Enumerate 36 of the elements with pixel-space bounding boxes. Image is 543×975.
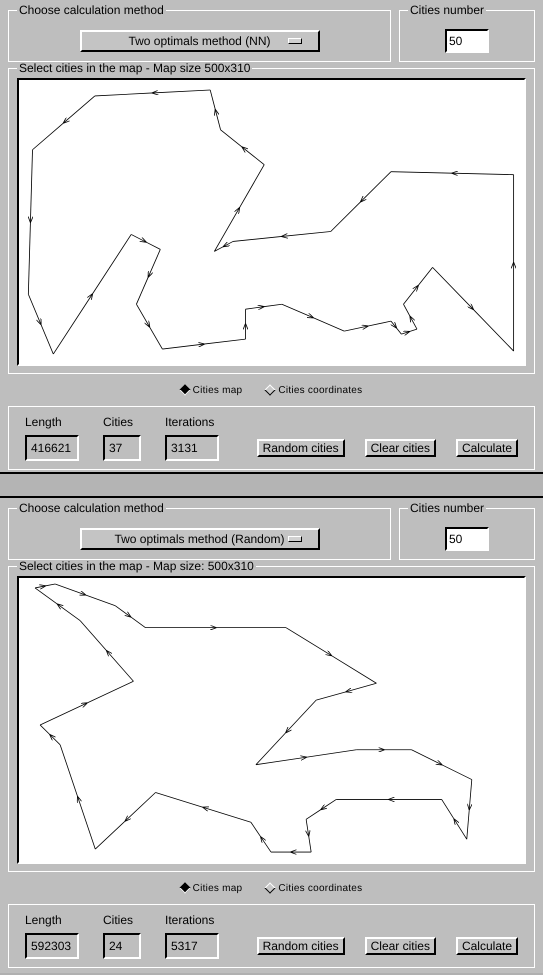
result-label: Iterations: [165, 912, 216, 929]
result-label: Cities: [103, 414, 134, 431]
group-title: Cities number: [409, 4, 486, 16]
result-label: Length: [25, 912, 63, 929]
result-field: 3131: [165, 435, 219, 461]
action-button[interactable]: Clear cities: [364, 439, 436, 457]
cities-number-field[interactable]: 50: [445, 526, 489, 550]
radio-label: Cities map: [192, 882, 242, 896]
cities-number-field[interactable]: 50: [445, 28, 489, 52]
group-title: Select cities in the map - Map size: 500x310: [18, 560, 255, 572]
result-label: Cities: [103, 912, 134, 929]
group-title: Cities number: [409, 502, 486, 514]
group-title: Select cities in the map - Map size 500x310: [18, 62, 252, 74]
result-field: 37: [103, 435, 141, 461]
action-button[interactable]: Calculate: [456, 937, 518, 955]
dropdown-indicator-icon: [288, 536, 302, 542]
action-button[interactable]: Random cities: [256, 439, 345, 457]
radio-button[interactable]: [178, 384, 190, 396]
action-button[interactable]: Random cities: [256, 937, 345, 955]
result-label: Length: [25, 414, 63, 431]
method-dropdown[interactable]: Two optimals method (NN): [80, 30, 320, 52]
group-title: Choose calculation method: [18, 4, 165, 16]
result-field: 416621: [25, 435, 79, 461]
result-field: 24: [103, 933, 141, 959]
group-title: Choose calculation method: [18, 502, 165, 514]
radio-button[interactable]: [178, 882, 190, 894]
method-dropdown[interactable]: Two optimals method (Random): [80, 528, 320, 550]
dropdown-indicator-icon: [288, 38, 302, 44]
action-button[interactable]: Clear cities: [364, 937, 436, 955]
radio-label: Cities map: [192, 384, 242, 398]
result-field: 592303: [25, 933, 79, 959]
result-field: 5317: [165, 933, 219, 959]
result-label: Iterations: [165, 414, 216, 431]
radio-label: Cities coordinates: [278, 384, 362, 398]
action-button[interactable]: Calculate: [456, 439, 518, 457]
radio-label: Cities coordinates: [278, 882, 362, 896]
